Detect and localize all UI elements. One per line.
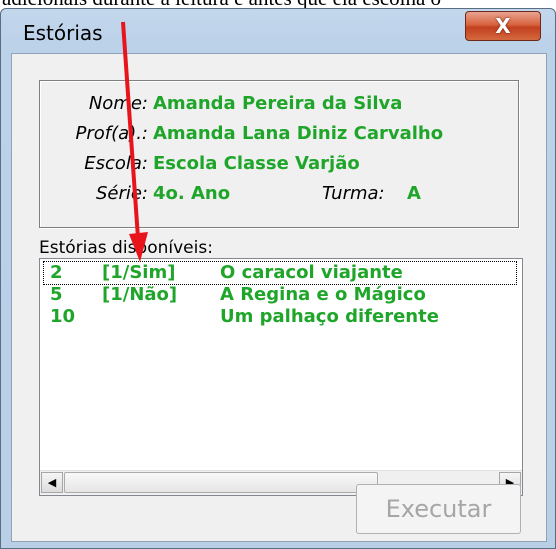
red-arrow-annotation-icon <box>121 21 148 262</box>
